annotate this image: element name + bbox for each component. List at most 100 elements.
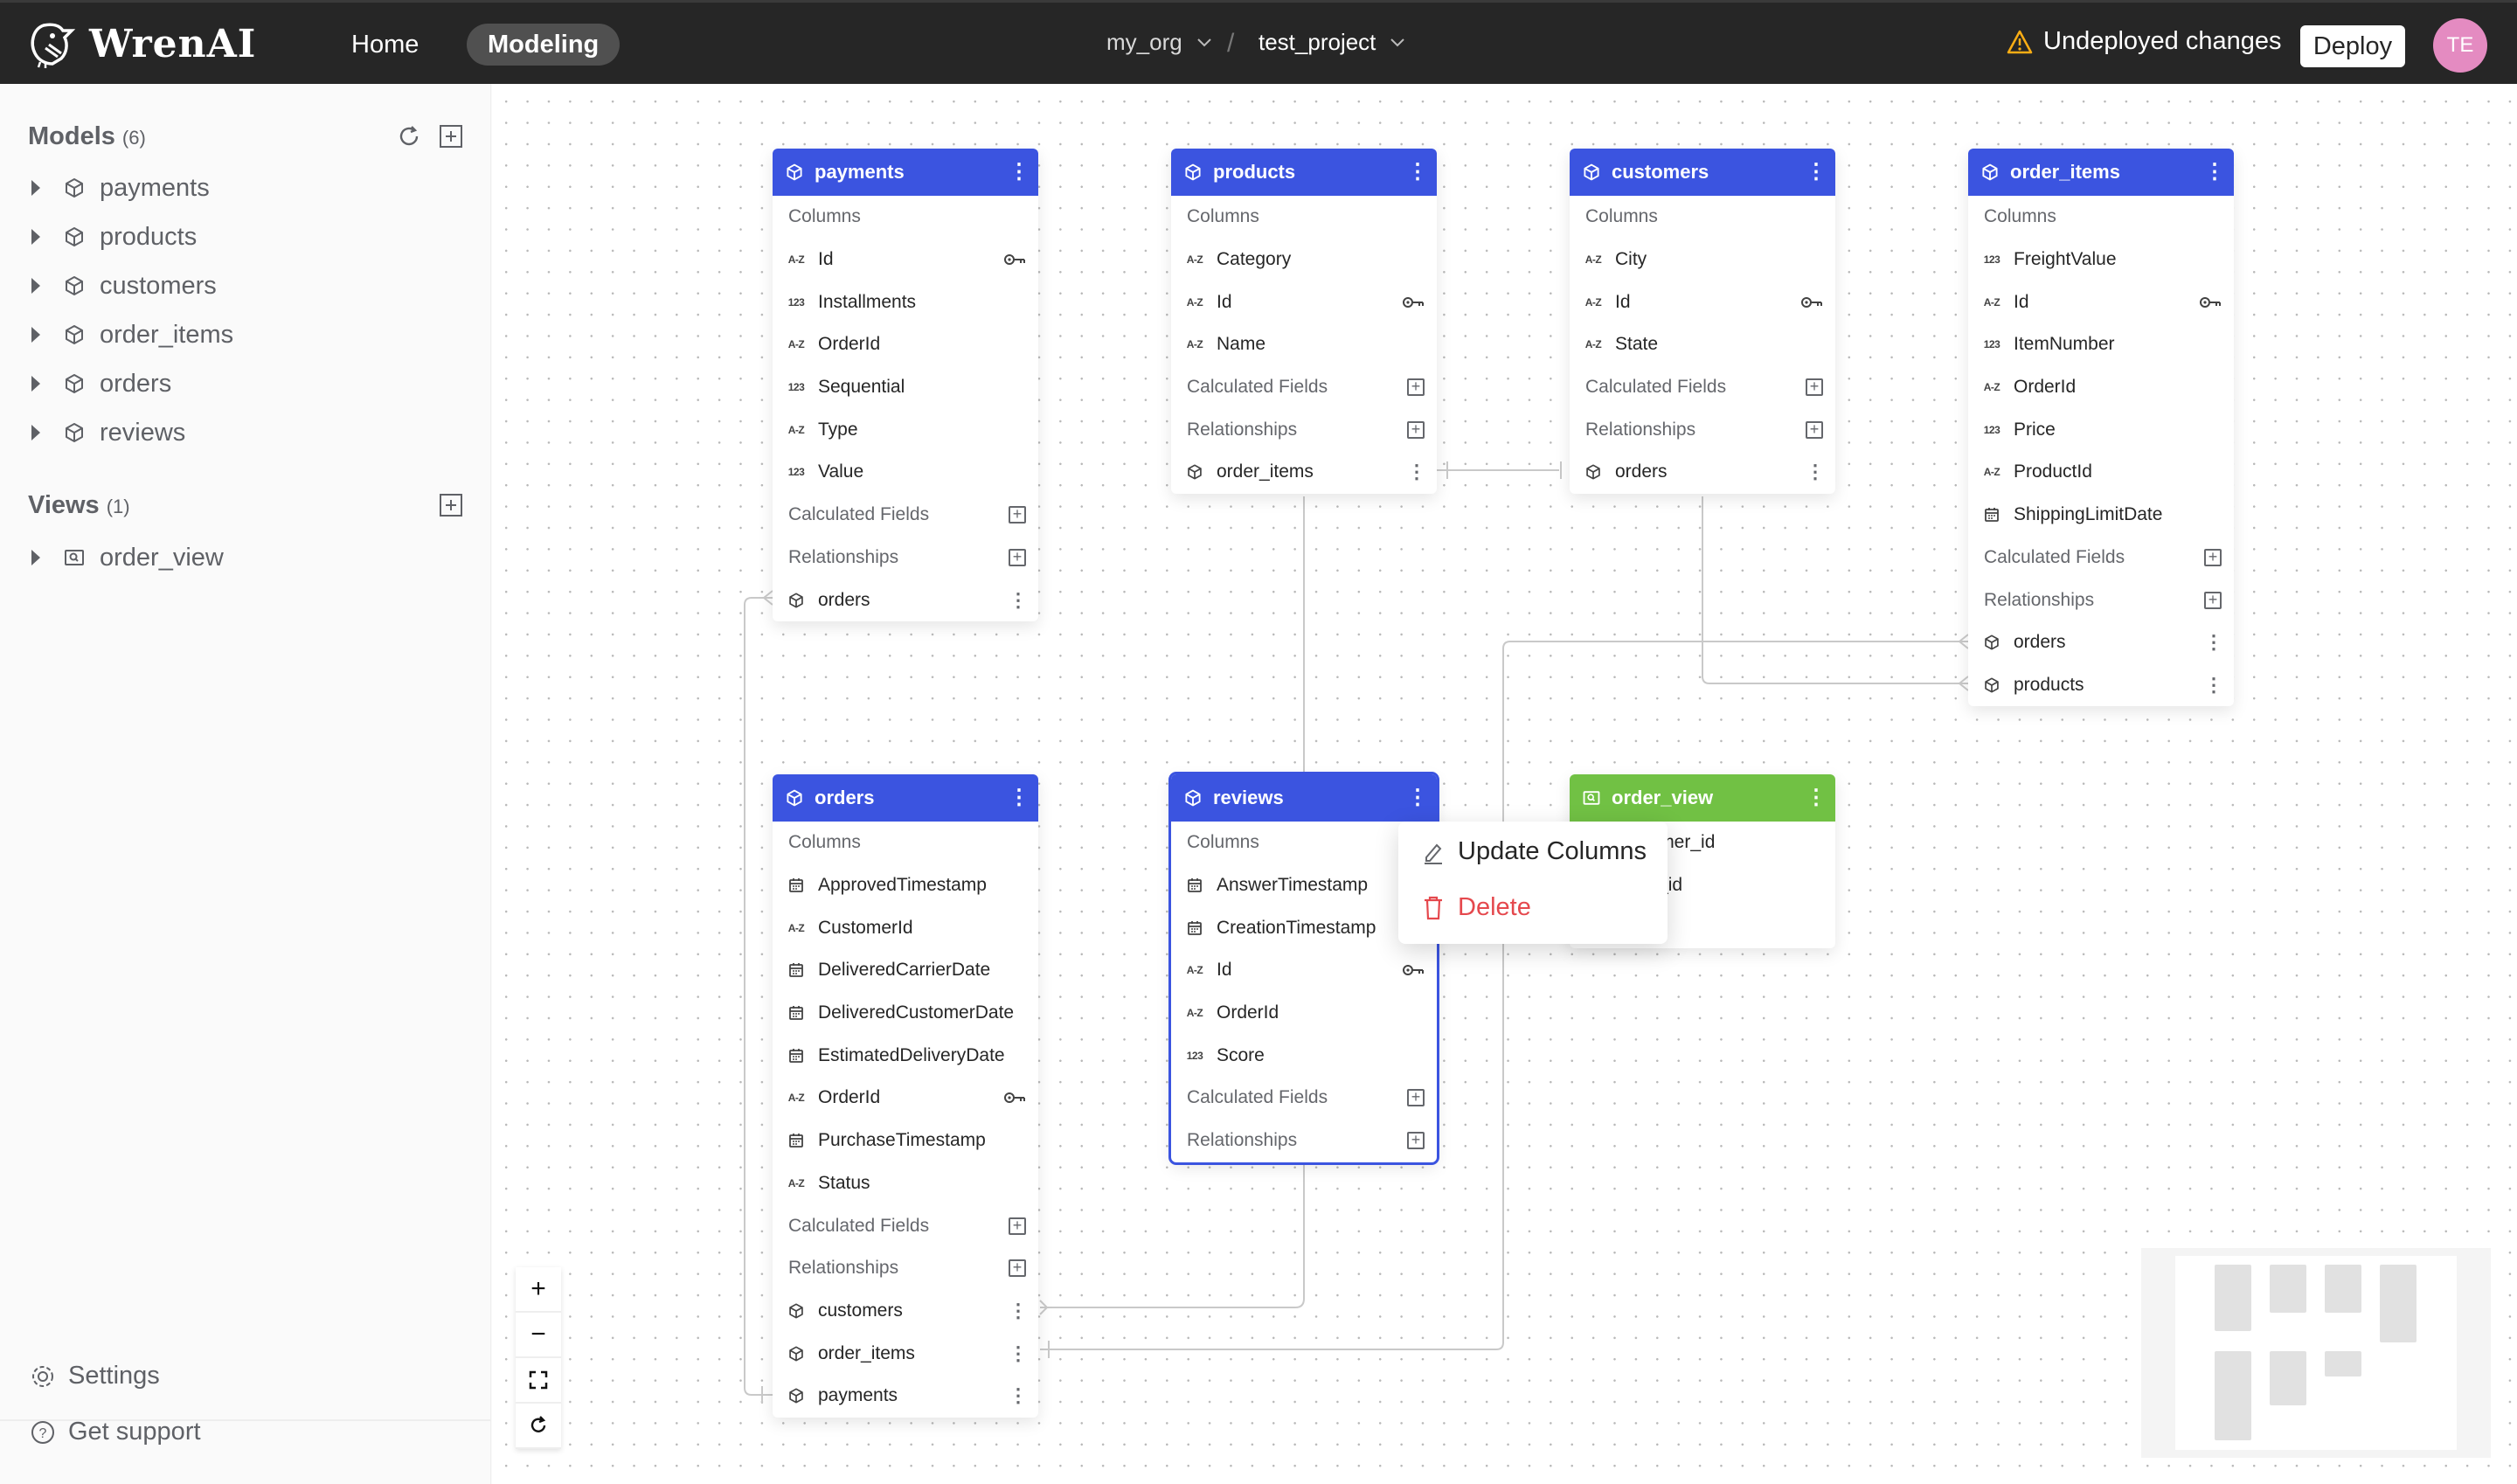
node-header[interactable]: order_view ⋮ (1570, 774, 1835, 822)
add-relationship-icon[interactable]: + (1806, 420, 1823, 439)
nav-modeling[interactable]: Modeling (467, 24, 621, 66)
column-row[interactable]: A-Z State (1570, 323, 1835, 366)
add-relationship-icon[interactable]: + (2204, 591, 2222, 609)
minimap[interactable] (2141, 1248, 2491, 1458)
project-selector[interactable]: test_project (1258, 29, 1405, 56)
relationship-row[interactable]: products ⋮ (1968, 664, 2234, 707)
column-row[interactable]: ShippingLimitDate (1968, 494, 2234, 537)
fit-view-button[interactable] (516, 1358, 561, 1404)
relationship-options-icon[interactable]: ⋮ (1009, 589, 1028, 612)
column-row[interactable]: A-Z CustomerId (773, 906, 1038, 949)
column-row[interactable]: A-Z City (1570, 239, 1835, 281)
column-row[interactable]: EstimatedDeliveryDate (773, 1034, 1038, 1077)
node-header[interactable]: orders ⋮ (773, 774, 1038, 822)
relationship-row[interactable]: order_items ⋮ (773, 1332, 1038, 1375)
relationship-row[interactable]: payments ⋮ (773, 1375, 1038, 1418)
model-node-payments[interactable]: payments ⋮ Columns A-Z Id 123 Installments A-Z O… (773, 149, 1038, 621)
refresh-layout-button[interactable] (516, 1404, 561, 1449)
column-row[interactable]: A-Z Id (773, 239, 1038, 281)
column-row[interactable]: A-Z ProductId (1968, 451, 2234, 494)
column-row[interactable]: A-Z OrderId (773, 323, 1038, 366)
column-row[interactable]: A-Z Id (1171, 281, 1437, 323)
node-header[interactable]: customers ⋮ (1570, 149, 1835, 196)
add-relationship-icon[interactable]: + (1009, 548, 1026, 566)
minimap-viewport[interactable] (2175, 1256, 2457, 1450)
more-options-icon[interactable]: ⋮ (1806, 787, 1827, 808)
column-row[interactable]: 123 Price (1968, 408, 2234, 451)
column-row[interactable]: A-Z OrderId (1171, 992, 1437, 1035)
logo[interactable]: WrenAI (26, 18, 256, 69)
expand-caret-icon[interactable] (31, 425, 40, 440)
sidebar-item[interactable]: order_items (31, 313, 233, 357)
column-row[interactable]: A-Z Type (773, 408, 1038, 451)
relationship-row[interactable]: customers ⋮ (773, 1290, 1038, 1333)
model-node-products[interactable]: products ⋮ Columns A-Z Category A-Z Id A-Z Name C… (1171, 149, 1437, 494)
model-node-reviews[interactable]: reviews ⋮ Columns AnswerTimestamp CreationTi… (1168, 772, 1439, 1165)
column-row[interactable]: CreationTimestamp (1171, 906, 1437, 949)
sidebar-item[interactable]: reviews (31, 411, 185, 454)
add-calculated-field-icon[interactable]: + (1407, 1089, 1425, 1107)
relationship-options-icon[interactable]: ⋮ (1407, 461, 1426, 483)
relationship-options-icon[interactable]: ⋮ (1009, 1300, 1028, 1322)
sidebar-item[interactable]: customers (31, 264, 217, 308)
column-row[interactable]: A-Z OrderId (773, 1077, 1038, 1120)
node-header[interactable]: order_items ⋮ (1968, 149, 2234, 196)
refresh-icon[interactable] (397, 124, 421, 149)
add-view-icon[interactable] (439, 493, 463, 517)
nav-home[interactable]: Home (330, 24, 440, 66)
sidebar-item[interactable]: products (31, 215, 197, 259)
delete-menu-item[interactable]: Delete (1421, 893, 1531, 922)
model-node-order_items[interactable]: order_items ⋮ Columns 123 FreightValue A-Z Id 1… (1968, 149, 2234, 707)
column-row[interactable]: 123 Value (773, 451, 1038, 494)
column-row[interactable]: A-Z Category (1171, 239, 1437, 281)
model-node-customers[interactable]: customers ⋮ Columns A-Z City A-Z Id A-Z State Cal… (1570, 149, 1835, 494)
more-options-icon[interactable]: ⋮ (1806, 162, 1827, 183)
node-header[interactable]: reviews ⋮ (1171, 774, 1437, 822)
relationship-row[interactable]: order_items ⋮ (1171, 451, 1437, 494)
model-node-orders[interactable]: orders ⋮ Columns ApprovedTimestamp A-Z Custom… (773, 774, 1038, 1418)
more-options-icon[interactable]: ⋮ (1009, 162, 1030, 183)
add-relationship-icon[interactable]: + (1407, 420, 1425, 439)
column-row[interactable]: DeliveredCarrierDate (773, 949, 1038, 992)
settings-link[interactable]: Settings (30, 1362, 160, 1390)
user-avatar[interactable]: TE (2433, 18, 2487, 73)
expand-caret-icon[interactable] (31, 327, 40, 343)
sidebar-item[interactable]: orders (31, 362, 171, 406)
zoom-in-button[interactable]: + (516, 1267, 561, 1313)
relationship-options-icon[interactable]: ⋮ (1806, 461, 1825, 483)
update-columns-menu-item[interactable]: Update Columns (1421, 837, 1647, 866)
relationship-row[interactable]: orders ⋮ (1968, 621, 2234, 664)
expand-caret-icon[interactable] (31, 180, 40, 196)
more-options-icon[interactable]: ⋮ (1407, 162, 1428, 183)
sidebar-item[interactable]: payments (31, 166, 210, 210)
add-model-icon[interactable] (439, 124, 463, 149)
column-row[interactable]: PurchaseTimestamp (773, 1120, 1038, 1162)
relationship-row[interactable]: orders ⋮ (1570, 451, 1835, 494)
get-support-link[interactable]: ? Get support (30, 1418, 201, 1446)
expand-caret-icon[interactable] (31, 376, 40, 392)
column-row[interactable]: A-Z Id (1968, 281, 2234, 323)
more-options-icon[interactable]: ⋮ (2204, 162, 2225, 183)
add-relationship-icon[interactable]: + (1009, 1259, 1026, 1278)
column-row[interactable]: ApprovedTimestamp (773, 864, 1038, 907)
node-header[interactable]: products ⋮ (1171, 149, 1437, 196)
column-row[interactable]: A-Z Id (1171, 949, 1437, 992)
column-row[interactable]: AnswerTimestamp (1171, 864, 1437, 907)
node-header[interactable]: payments ⋮ (773, 149, 1038, 196)
column-row[interactable]: A-Z Id (1570, 281, 1835, 323)
add-calculated-field-icon[interactable]: + (1407, 378, 1425, 397)
org-selector[interactable]: my_org (1106, 29, 1212, 56)
sidebar-item[interactable]: order_view (31, 536, 224, 579)
relationship-options-icon[interactable]: ⋮ (2204, 631, 2223, 654)
column-row[interactable]: A-Z Status (773, 1162, 1038, 1205)
more-options-icon[interactable]: ⋮ (1009, 787, 1030, 808)
column-row[interactable]: 123 Sequential (773, 366, 1038, 409)
expand-caret-icon[interactable] (31, 550, 40, 565)
add-calculated-field-icon[interactable]: + (1009, 506, 1026, 524)
column-row[interactable]: DeliveredCustomerDate (773, 992, 1038, 1035)
column-row[interactable]: 123 FreightValue (1968, 239, 2234, 281)
add-relationship-icon[interactable]: + (1407, 1132, 1425, 1150)
expand-caret-icon[interactable] (31, 278, 40, 294)
zoom-out-button[interactable]: − (516, 1313, 561, 1358)
add-calculated-field-icon[interactable]: + (1009, 1217, 1026, 1235)
